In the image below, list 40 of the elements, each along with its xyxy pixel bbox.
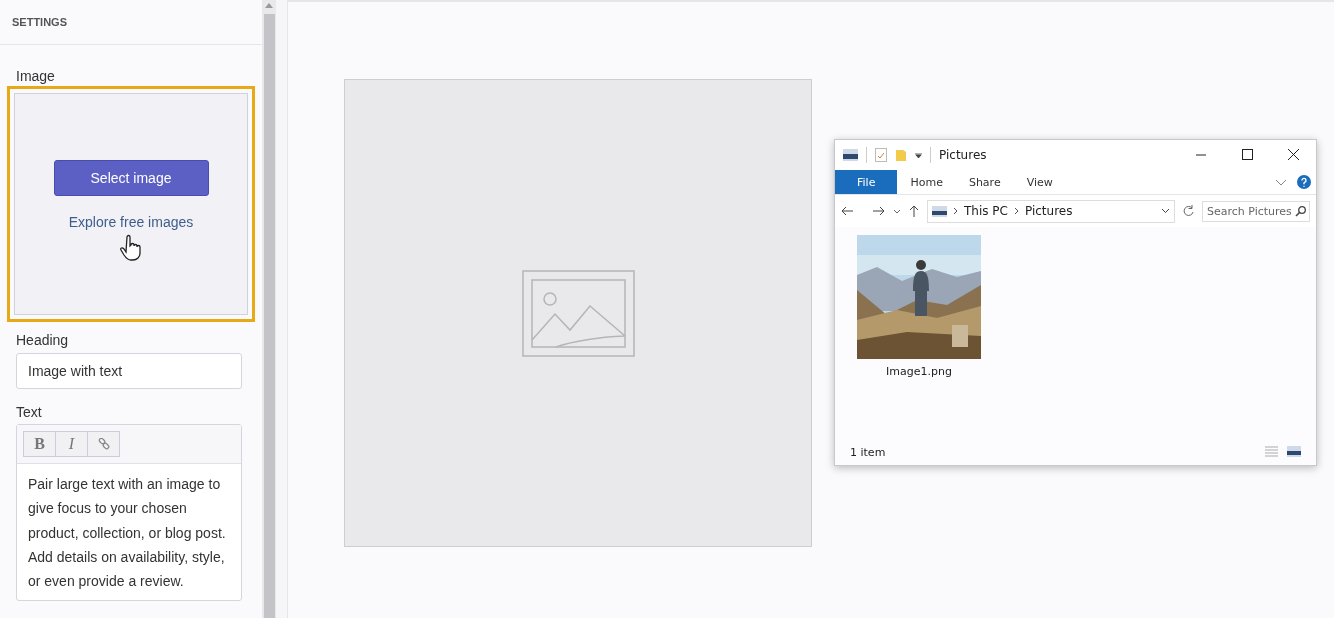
- landscape-icon: [521, 269, 635, 357]
- text-label: Text: [16, 404, 43, 420]
- window-title: Pictures: [939, 148, 987, 162]
- chevron-right-icon: [1013, 207, 1019, 215]
- italic-button[interactable]: I: [55, 431, 88, 457]
- text-editor-content[interactable]: Pair large text with an image to give focus to your chosen product, collection, or blog post. Add details on availability, style, or even provide a review.: [17, 464, 241, 601]
- large-icons-view-icon[interactable]: [1287, 446, 1301, 457]
- dropdown-icon[interactable]: [915, 152, 922, 158]
- up-arrow-icon[interactable]: [909, 205, 919, 217]
- heading-label: Heading: [16, 332, 70, 348]
- ribbon-tab[interactable]: File: [835, 170, 898, 194]
- explore-images-link[interactable]: Explore free images: [68, 214, 194, 230]
- forward-arrow-icon[interactable]: [873, 206, 885, 216]
- ribbon-tab[interactable]: Share: [955, 170, 1014, 194]
- status-text: 1 item: [850, 445, 886, 459]
- heading-field[interactable]: Image with text: [16, 353, 242, 389]
- ribbon-tab[interactable]: Home: [897, 170, 956, 194]
- address-bar[interactable]: This PC Pictures: [927, 199, 1175, 223]
- recent-dropdown-icon[interactable]: [893, 208, 901, 214]
- search-field[interactable]: Search Pictures: [1202, 200, 1310, 222]
- help-icon[interactable]: [1297, 175, 1311, 189]
- bold-button[interactable]: B: [23, 431, 56, 457]
- select-image-button[interactable]: Select image: [53, 160, 209, 196]
- image-dropzone[interactable]: Select image Explore free images: [14, 93, 248, 315]
- pictures-folder-icon: [932, 205, 947, 217]
- breadcrumb-item[interactable]: This PC: [964, 204, 1008, 218]
- breadcrumb-item[interactable]: Pictures: [1024, 204, 1073, 218]
- scrollbar-thumb[interactable]: [263, 14, 275, 618]
- pictures-folder-icon: [843, 149, 858, 161]
- chevron-down-icon[interactable]: [1161, 208, 1170, 214]
- refresh-icon[interactable]: [1183, 205, 1194, 217]
- back-arrow-icon[interactable]: [841, 206, 853, 216]
- hand-cursor-icon: [119, 234, 143, 262]
- file-name[interactable]: Image1.png: [886, 365, 952, 378]
- link-button[interactable]: [87, 431, 120, 457]
- chevron-right-icon: [953, 207, 958, 215]
- search-icon: [1295, 205, 1306, 217]
- ribbon-tab[interactable]: View: [1013, 170, 1066, 194]
- image-label: Image: [16, 68, 56, 84]
- link-icon: [97, 438, 110, 450]
